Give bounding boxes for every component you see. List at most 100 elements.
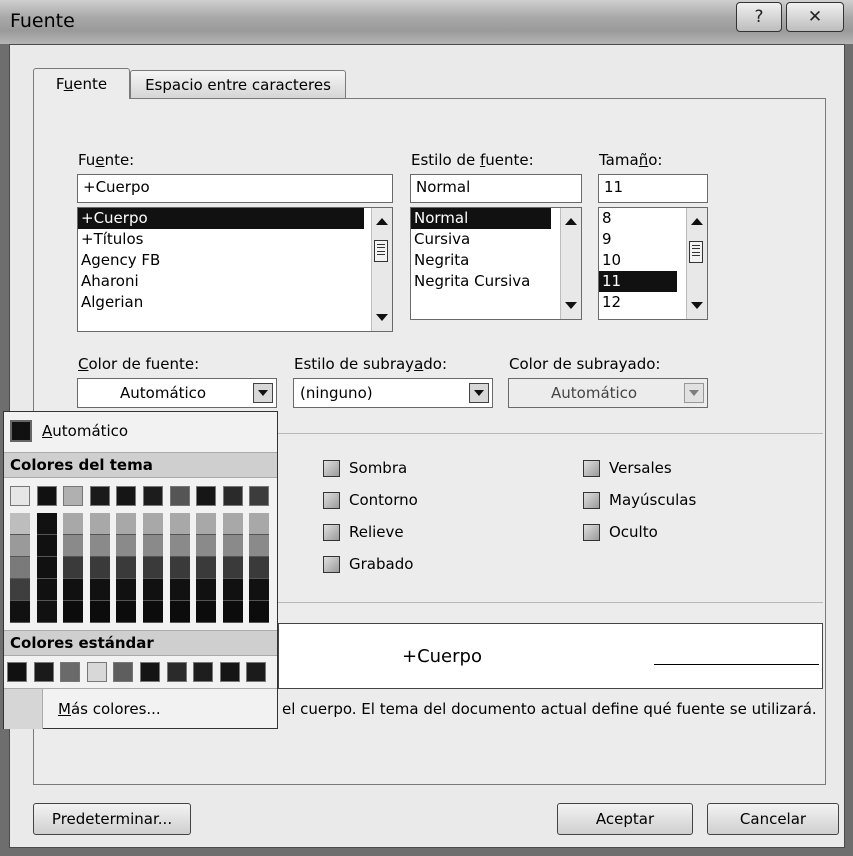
standard-color-swatch[interactable]	[219, 662, 240, 682]
font-list-item[interactable]: +Títulos	[78, 229, 392, 250]
theme-color-shade[interactable]	[169, 601, 190, 623]
theme-color-shade[interactable]	[36, 535, 57, 557]
theme-color-shade[interactable]	[63, 557, 84, 579]
theme-color-shade[interactable]	[10, 513, 30, 535]
font-list-item[interactable]: Aharoni	[78, 271, 392, 292]
scroll-up-icon[interactable]	[376, 218, 388, 225]
theme-color-shade[interactable]	[63, 535, 84, 557]
theme-color-shade[interactable]	[249, 535, 270, 557]
theme-color-shade[interactable]	[10, 557, 30, 579]
theme-color-shade[interactable]	[222, 579, 243, 601]
scroll-down-icon[interactable]	[565, 302, 577, 309]
style-list-scrollbar[interactable]	[560, 208, 581, 319]
font-list-item[interactable]: Agency FB	[78, 250, 392, 271]
theme-color-shade[interactable]	[196, 557, 217, 579]
checkbox-versales[interactable]: Versales	[583, 456, 696, 480]
theme-color-shade[interactable]	[89, 601, 110, 623]
tab-fuente[interactable]: Fuente	[33, 68, 130, 99]
theme-color-shade[interactable]	[36, 557, 57, 579]
theme-color-shade[interactable]	[143, 513, 163, 535]
font-list-item[interactable]: Algerian	[78, 292, 392, 313]
checkbox-mayusculas[interactable]: Mayúsculas	[583, 488, 696, 512]
scroll-thumb[interactable]	[689, 241, 703, 263]
theme-color-shade[interactable]	[36, 601, 57, 623]
size-input[interactable]: 11	[598, 174, 708, 203]
theme-color-shade-column[interactable]	[10, 513, 30, 623]
standard-color-swatch[interactable]	[33, 662, 54, 682]
theme-color-shade[interactable]	[169, 579, 190, 601]
theme-color-shade[interactable]	[10, 535, 30, 557]
theme-color-shade[interactable]	[169, 513, 190, 535]
size-list-scrollbar[interactable]	[686, 208, 707, 319]
theme-color-shade[interactable]	[89, 535, 110, 557]
checkbox-box[interactable]	[323, 555, 340, 573]
font-list-scrollbar[interactable]	[371, 208, 392, 331]
theme-color-shade[interactable]	[222, 513, 243, 535]
theme-color-shade[interactable]	[222, 601, 243, 623]
standard-color-swatch[interactable]	[113, 662, 134, 682]
cancel-button[interactable]: Cancelar	[707, 803, 839, 835]
theme-color-swatch[interactable]	[169, 486, 190, 506]
automatic-color-option[interactable]: Automático	[4, 412, 277, 450]
chevron-down-icon[interactable]	[469, 383, 489, 403]
style-list-item[interactable]: Negrita Cursiva	[411, 271, 581, 292]
theme-color-swatch[interactable]	[10, 486, 30, 506]
checkbox-box[interactable]	[583, 523, 600, 541]
theme-color-shade[interactable]	[143, 557, 163, 579]
size-list-item[interactable]: 11	[599, 271, 677, 292]
close-button[interactable]: ✕	[786, 2, 844, 32]
theme-color-shade[interactable]	[89, 579, 110, 601]
theme-color-shade-column[interactable]	[89, 513, 110, 623]
theme-color-swatch[interactable]	[249, 486, 270, 506]
theme-color-shade-column[interactable]	[169, 513, 190, 623]
theme-color-shade[interactable]	[116, 513, 137, 535]
default-button[interactable]: Predeterminar...	[33, 803, 191, 835]
scroll-up-icon[interactable]	[691, 218, 703, 225]
theme-color-shade[interactable]	[143, 535, 163, 557]
theme-color-shade[interactable]	[249, 579, 270, 601]
theme-color-shade[interactable]	[36, 513, 57, 535]
scroll-down-icon[interactable]	[376, 314, 388, 321]
theme-color-shade[interactable]	[249, 513, 270, 535]
checkbox-relieve[interactable]: Relieve	[323, 520, 418, 544]
theme-color-shade-column[interactable]	[249, 513, 270, 623]
theme-color-shade[interactable]	[196, 579, 217, 601]
style-list-item[interactable]: Negrita	[411, 250, 581, 271]
theme-color-swatch[interactable]	[63, 486, 84, 506]
theme-color-shade[interactable]	[169, 557, 190, 579]
theme-color-swatch[interactable]	[143, 486, 163, 506]
standard-color-swatch[interactable]	[86, 662, 107, 682]
theme-color-shade-column[interactable]	[36, 513, 57, 623]
font-list[interactable]: +Cuerpo +Títulos Agency FB Aharoni Alger…	[77, 207, 393, 332]
theme-color-swatch[interactable]	[196, 486, 217, 506]
theme-color-shade-column[interactable]	[143, 513, 163, 623]
theme-color-shade[interactable]	[222, 557, 243, 579]
theme-color-shade-column[interactable]	[222, 513, 243, 623]
scroll-thumb[interactable]	[374, 240, 388, 262]
theme-color-shade[interactable]	[249, 601, 270, 623]
help-button[interactable]: ?	[736, 2, 782, 32]
checkbox-box[interactable]	[323, 459, 340, 477]
theme-color-shade[interactable]	[63, 579, 84, 601]
standard-color-swatch[interactable]	[7, 662, 27, 682]
theme-color-shade[interactable]	[63, 513, 84, 535]
theme-color-shade[interactable]	[36, 579, 57, 601]
theme-color-shade[interactable]	[89, 557, 110, 579]
checkbox-box[interactable]	[323, 523, 340, 541]
theme-color-shade[interactable]	[116, 579, 137, 601]
theme-color-shade[interactable]	[116, 535, 137, 557]
chevron-down-icon[interactable]	[684, 383, 704, 403]
theme-color-shade[interactable]	[89, 513, 110, 535]
tab-espacio[interactable]: Espacio entre caracteres	[130, 70, 346, 99]
theme-color-shade[interactable]	[196, 513, 217, 535]
theme-color-swatch[interactable]	[116, 486, 137, 506]
scroll-up-icon[interactable]	[565, 218, 577, 225]
theme-color-shade[interactable]	[116, 557, 137, 579]
theme-color-shade-column[interactable]	[63, 513, 84, 623]
theme-color-shade[interactable]	[143, 601, 163, 623]
standard-color-swatch[interactable]	[60, 662, 81, 682]
theme-color-shade[interactable]	[222, 535, 243, 557]
size-list[interactable]: 8 9 10 11 12	[598, 207, 708, 320]
checkbox-grabado[interactable]: Grabado	[323, 552, 418, 576]
theme-color-shade-column[interactable]	[196, 513, 217, 623]
